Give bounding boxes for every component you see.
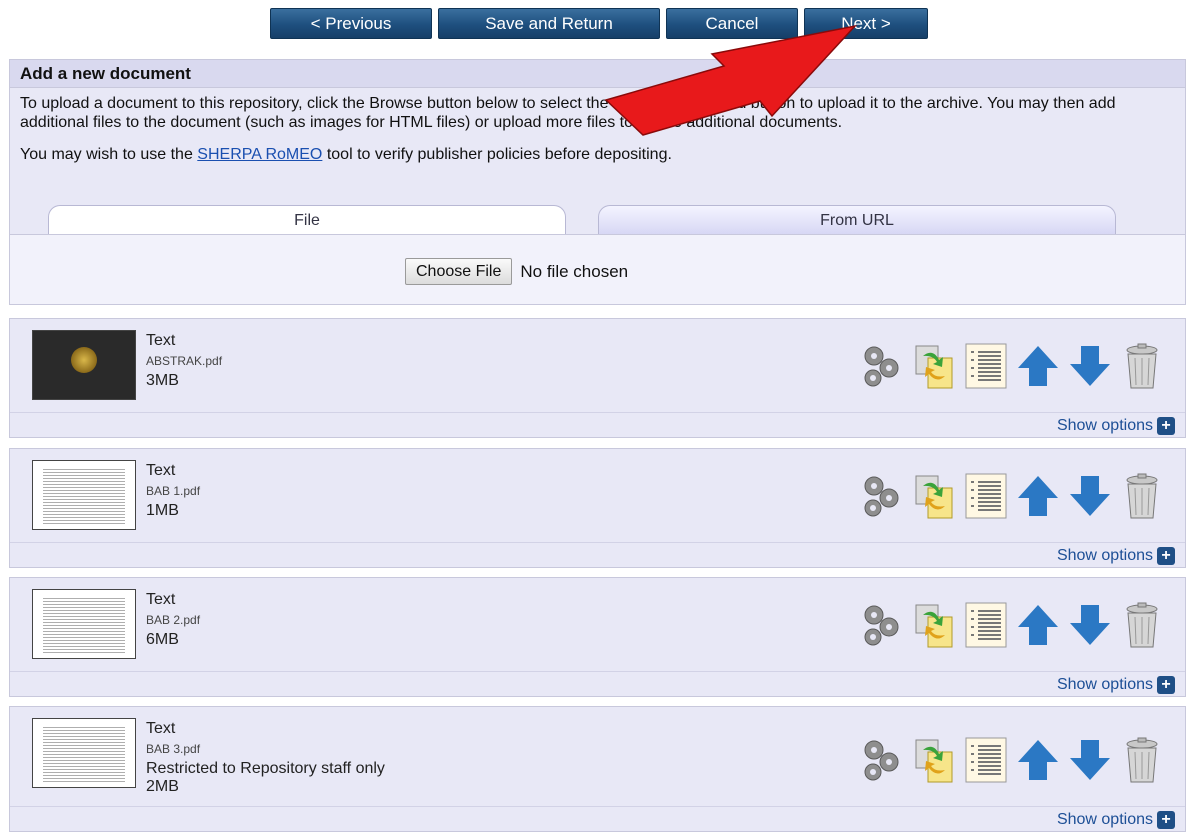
file-list-icon[interactable] (963, 735, 1009, 785)
document-info: Text ABSTRAK.pdf 3MB (146, 331, 222, 391)
document-actions (859, 471, 1165, 521)
show-options-label: Show options (1056, 810, 1153, 828)
document-entry: Text ABSTRAK.pdf 3MB Show options + (9, 318, 1186, 438)
document-info: Text BAB 3.pdf Restricted to Repository st… (146, 719, 385, 797)
sherpa-note: You may wish to use the SHERPA RoMEO too… (10, 132, 1185, 164)
show-options-label: Show options (1056, 416, 1153, 434)
tab-from-url[interactable]: From URL (598, 205, 1116, 235)
convert-icon[interactable] (911, 600, 957, 650)
document-size: 3MB (146, 372, 179, 389)
file-input: Choose File No file chosen (405, 258, 628, 285)
next-button[interactable]: Next > (804, 8, 928, 39)
document-main: Text ABSTRAK.pdf 3MB (10, 319, 1185, 412)
settings-gears-icon[interactable] (859, 735, 905, 785)
document-entry: Text BAB 1.pdf 1MB Show options + (9, 448, 1186, 568)
trash-icon[interactable] (1119, 735, 1165, 785)
document-footer: Show options + (10, 542, 1185, 568)
document-restriction: Restricted to Repository staff only (146, 760, 385, 777)
tab-file[interactable]: File (48, 205, 566, 235)
panel-title: Add a new document (10, 60, 1185, 88)
document-actions (859, 600, 1165, 650)
move-up-icon[interactable] (1015, 341, 1061, 391)
sherpa-romeo-link[interactable]: SHERPA RoMEO (197, 146, 322, 163)
convert-icon[interactable] (911, 471, 957, 521)
text-lines-image (43, 725, 125, 783)
document-info: Text BAB 2.pdf 6MB (146, 590, 200, 650)
save-and-return-button[interactable]: Save and Return (438, 8, 660, 39)
show-options-link[interactable]: Show options + (1056, 810, 1175, 829)
show-options-link[interactable]: Show options + (1056, 416, 1175, 435)
move-down-icon[interactable] (1067, 735, 1113, 785)
document-actions (859, 341, 1165, 391)
move-up-icon[interactable] (1015, 471, 1061, 521)
trash-icon[interactable] (1119, 341, 1165, 391)
upload-instructions: To upload a document to this repository,… (20, 95, 1116, 131)
document-filename[interactable]: BAB 1.pdf (146, 481, 200, 501)
move-down-icon[interactable] (1067, 471, 1113, 521)
document-thumbnail[interactable] (32, 589, 136, 659)
move-down-icon[interactable] (1067, 341, 1113, 391)
file-list-icon[interactable] (963, 600, 1009, 650)
plus-icon: + (1157, 810, 1175, 829)
move-up-icon[interactable] (1015, 600, 1061, 650)
document-type: Text (146, 591, 176, 608)
sherpa-note-suffix: tool to verify publisher policies before… (322, 146, 672, 163)
text-lines-image (43, 467, 125, 525)
document-entry: Text BAB 2.pdf 6MB Show options + (9, 577, 1186, 697)
file-status: No file chosen (520, 261, 629, 281)
convert-icon[interactable] (911, 341, 957, 391)
document-size: 1MB (146, 502, 179, 519)
document-thumbnail[interactable] (32, 718, 136, 788)
document-size: 2MB (146, 778, 179, 795)
document-footer: Show options + (10, 806, 1185, 832)
show-options-link[interactable]: Show options + (1056, 675, 1175, 694)
add-document-panel: Add a new document To upload a document … (9, 59, 1186, 305)
document-footer: Show options + (10, 412, 1185, 438)
show-options-label: Show options (1056, 546, 1153, 564)
document-main: Text BAB 3.pdf Restricted to Repository st… (10, 707, 1185, 806)
plus-icon: + (1157, 546, 1175, 565)
move-down-icon[interactable] (1067, 600, 1113, 650)
move-up-icon[interactable] (1015, 735, 1061, 785)
convert-icon[interactable] (911, 735, 957, 785)
document-footer: Show options + (10, 671, 1185, 697)
choose-file-button[interactable]: Choose File (405, 258, 513, 285)
upload-tabs: File From URL (48, 205, 1116, 235)
show-options-link[interactable]: Show options + (1056, 546, 1175, 565)
document-main: Text BAB 1.pdf 1MB (10, 449, 1185, 542)
document-size: 6MB (146, 631, 179, 648)
document-type: Text (146, 332, 176, 349)
document-entry: Text BAB 3.pdf Restricted to Repository st… (9, 706, 1186, 832)
sherpa-note-prefix: You may wish to use the (20, 146, 198, 163)
trash-icon[interactable] (1119, 600, 1165, 650)
document-type: Text (146, 462, 176, 479)
document-filename[interactable]: BAB 3.pdf (146, 739, 385, 759)
document-thumbnail[interactable] (32, 330, 136, 400)
settings-gears-icon[interactable] (859, 471, 905, 521)
plus-icon: + (1157, 675, 1175, 694)
document-type: Text (146, 720, 176, 737)
document-main: Text BAB 2.pdf 6MB (10, 578, 1185, 671)
file-list-icon[interactable] (963, 471, 1009, 521)
seal-image (71, 347, 97, 373)
form-nav-bar: < Previous Save and Return Cancel Next > (270, 8, 928, 39)
show-options-label: Show options (1056, 675, 1153, 693)
file-list-icon[interactable] (963, 341, 1009, 391)
document-info: Text BAB 1.pdf 1MB (146, 461, 200, 521)
text-lines-image (43, 596, 125, 654)
previous-button[interactable]: < Previous (270, 8, 432, 39)
document-filename[interactable]: ABSTRAK.pdf (146, 351, 222, 371)
cancel-button[interactable]: Cancel (666, 8, 798, 39)
document-thumbnail[interactable] (32, 460, 136, 530)
document-actions (859, 735, 1165, 785)
settings-gears-icon[interactable] (859, 600, 905, 650)
file-tab-body: Choose File No file chosen (10, 234, 1185, 304)
settings-gears-icon[interactable] (859, 341, 905, 391)
document-filename[interactable]: BAB 2.pdf (146, 610, 200, 630)
trash-icon[interactable] (1119, 471, 1165, 521)
plus-icon: + (1157, 416, 1175, 435)
